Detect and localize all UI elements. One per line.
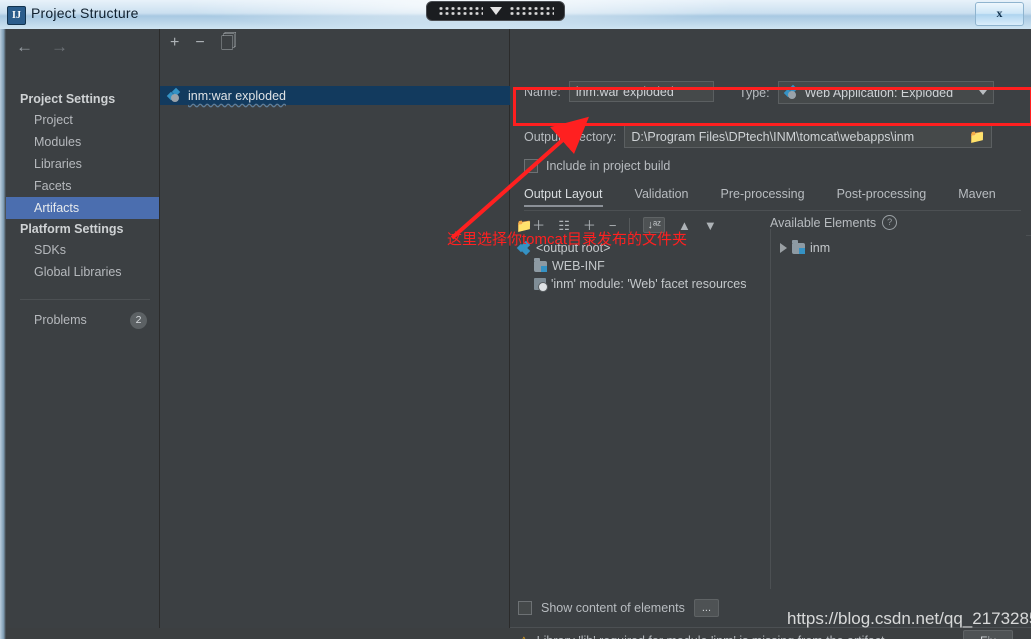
- project-structure-dialog: ← → Project Settings Project Modules Lib…: [0, 29, 1031, 639]
- show-content-label: Show content of elements: [541, 601, 685, 615]
- sidebar-divider: [20, 299, 150, 300]
- screen-capture-capsule[interactable]: [426, 1, 565, 21]
- warning-icon: ⚠: [518, 635, 530, 639]
- warning-text: Library 'lib' required for module 'inm' …: [537, 634, 885, 639]
- sidebar-item-global-libraries[interactable]: Global Libraries: [6, 261, 159, 283]
- toolbar-separator: [629, 217, 631, 233]
- artifact-list-item-label: inm:war exploded: [188, 88, 286, 103]
- settings-sidebar: ← → Project Settings Project Modules Lib…: [6, 29, 160, 628]
- tree-node-web-facet-resources-label: 'inm' module: 'Web' facet resources: [551, 277, 747, 291]
- output-layout-tree: <output root> WEB-INF 'inm' module: 'Web…: [516, 239, 768, 293]
- artifact-type-value: Web Application: Exploded: [804, 85, 954, 100]
- artifact-type-icon: [783, 84, 799, 100]
- close-icon[interactable]: x: [975, 2, 1024, 26]
- folder-icon: [534, 257, 547, 272]
- window-title: Project Structure: [31, 5, 139, 21]
- output-directory-input[interactable]: D:\Program Files\DPtech\INM\tomcat\webap…: [624, 125, 993, 148]
- folder-browse-icon[interactable]: 📁: [969, 129, 985, 145]
- available-elements-header: Available Elements ?: [770, 215, 898, 230]
- move-up-icon[interactable]: ▲: [678, 219, 691, 232]
- show-content-checkbox[interactable]: [518, 601, 532, 615]
- add-archive-icon[interactable]: ☷: [558, 219, 570, 232]
- sidebar-item-libraries[interactable]: Libraries: [6, 153, 159, 175]
- add-folder-icon[interactable]: 📁＋: [516, 219, 545, 232]
- artifact-name-row: Name: inm:war exploded: [524, 81, 714, 102]
- tab-pre-processing[interactable]: Pre-processing: [721, 187, 805, 205]
- more-options-button[interactable]: ...: [693, 599, 720, 617]
- sidebar-item-sdks[interactable]: SDKs: [6, 239, 159, 261]
- move-down-icon[interactable]: ▼: [704, 219, 717, 232]
- artifact-icon: [166, 87, 182, 103]
- layout-toolbar-rule: [1026, 235, 1031, 236]
- sidebar-item-modules[interactable]: Modules: [6, 131, 159, 153]
- sidebar-nav-buttons: ← →: [16, 38, 68, 55]
- available-element-inm-label: inm: [810, 241, 831, 255]
- help-icon[interactable]: ?: [882, 215, 898, 230]
- sidebar-item-facets[interactable]: Facets: [6, 175, 159, 197]
- problems-count-badge: 2: [130, 312, 147, 329]
- remove-element-icon[interactable]: −: [609, 219, 617, 232]
- tree-node-web-inf-label: WEB-INF: [552, 259, 605, 273]
- include-in-build-label: Include in project build: [546, 159, 671, 173]
- output-directory-label: Output directory:: [524, 129, 617, 144]
- artifacts-toolbar: + − 🗍: [160, 29, 519, 57]
- web-facet-icon: [534, 278, 548, 292]
- sidebar-nav-list: Project Settings Project Modules Librari…: [6, 89, 159, 283]
- tree-node-output-root[interactable]: <output root>: [516, 239, 768, 257]
- add-artifact-icon[interactable]: +: [170, 35, 179, 51]
- app-logo-icon: IJ: [7, 6, 26, 25]
- detail-tabs: Output Layout Validation Pre-processing …: [524, 187, 1021, 211]
- available-elements-tree: inm: [780, 239, 1020, 257]
- show-content-row: Show content of elements ...: [518, 599, 720, 617]
- sidebar-item-problems-label: Problems: [34, 313, 87, 327]
- capsule-dots-left: [437, 5, 483, 17]
- tab-post-processing[interactable]: Post-processing: [837, 187, 927, 205]
- sort-az-icon[interactable]: ↓ᵃᶻ: [643, 217, 665, 233]
- output-directory-row: Output directory: D:\Program Files\DPtec…: [524, 125, 993, 148]
- fix-button[interactable]: Fix: [963, 630, 1013, 639]
- chevron-down-icon: [489, 7, 502, 15]
- tab-output-layout[interactable]: Output Layout: [524, 187, 603, 207]
- tree-node-web-inf[interactable]: WEB-INF: [518, 257, 768, 275]
- artifacts-list-panel: + − 🗍 inm:war exploded: [160, 29, 517, 628]
- sidebar-group-platform-settings: Platform Settings: [20, 222, 124, 236]
- available-element-inm[interactable]: inm: [780, 239, 1020, 257]
- expand-triangle-icon[interactable]: [780, 243, 787, 253]
- artifact-type-label: Type:: [739, 85, 770, 100]
- warning-row: ⚠ Library 'lib' required for module 'inm…: [518, 634, 885, 639]
- tab-validation[interactable]: Validation: [635, 187, 689, 205]
- artifact-type-row: Type: Web Application: Exploded: [739, 81, 994, 104]
- bottom-divider: [510, 627, 1031, 628]
- output-layout-toolbar: 📁＋ ☷ ＋ − ↓ᵃᶻ ▲ ▼: [516, 213, 781, 237]
- tabs-underline: [524, 210, 1021, 211]
- tree-panel-divider: [770, 229, 771, 589]
- sidebar-item-problems[interactable]: Problems 2: [6, 312, 159, 329]
- artifact-list-item[interactable]: inm:war exploded: [160, 86, 517, 105]
- include-in-build-checkbox[interactable]: [524, 159, 538, 173]
- capsule-dots-right: [508, 5, 554, 17]
- add-element-icon[interactable]: ＋: [583, 219, 596, 232]
- remove-artifact-icon[interactable]: −: [195, 35, 204, 51]
- available-elements-title: Available Elements: [770, 215, 877, 230]
- tree-node-output-root-label: <output root>: [536, 241, 611, 255]
- artifact-name-input[interactable]: inm:war exploded: [568, 81, 714, 102]
- tree-node-web-facet-resources[interactable]: 'inm' module: 'Web' facet resources: [518, 275, 768, 293]
- copy-artifact-icon[interactable]: 🗍: [221, 35, 237, 51]
- sidebar-group-project-settings: Project Settings: [20, 92, 116, 106]
- back-icon[interactable]: ←: [16, 38, 33, 55]
- artifact-icon: [516, 240, 531, 255]
- output-directory-value: D:\Program Files\DPtech\INM\tomcat\webap…: [631, 129, 915, 144]
- sidebar-item-project[interactable]: Project: [6, 109, 159, 131]
- forward-icon[interactable]: →: [51, 38, 68, 55]
- artifact-type-select[interactable]: Web Application: Exploded: [777, 81, 994, 104]
- sidebar-item-artifacts[interactable]: Artifacts: [6, 197, 159, 219]
- artifact-name-label: Name:: [524, 84, 561, 99]
- tab-maven[interactable]: Maven: [958, 187, 996, 205]
- chevron-down-icon: [978, 90, 987, 95]
- include-in-build-row: Include in project build: [524, 159, 670, 173]
- folder-icon: [792, 239, 805, 254]
